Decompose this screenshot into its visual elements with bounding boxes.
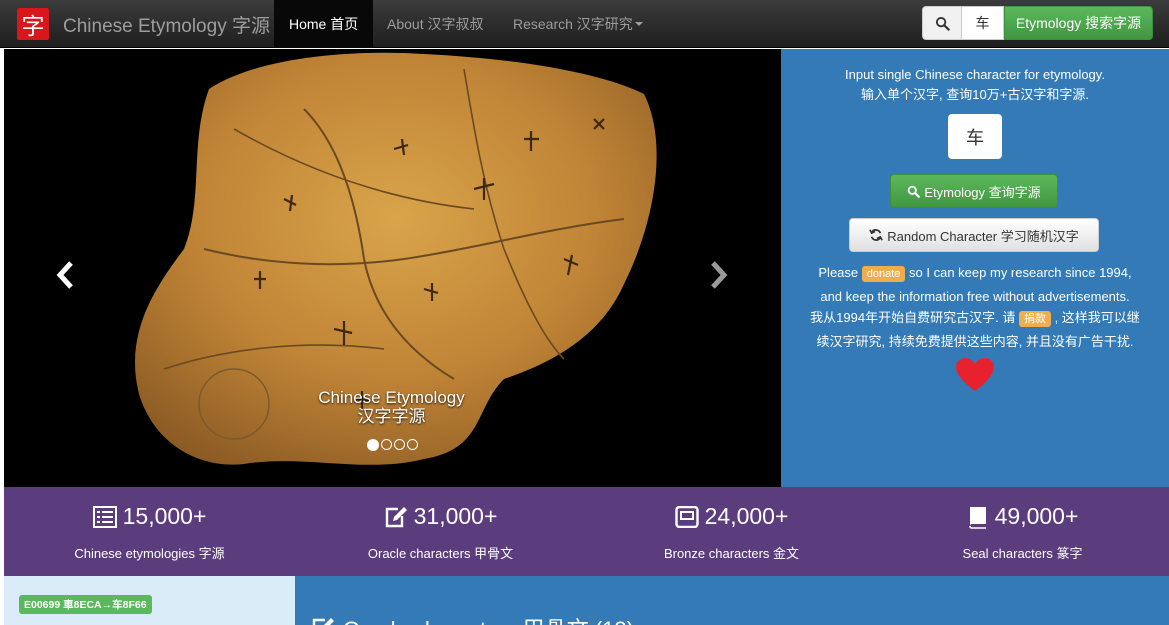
stat-oracle-number: 31,000+ — [413, 503, 498, 529]
donate-line-2: and keep the information free without ad… — [820, 288, 1130, 304]
stat-oracle-value: 31,000+ — [295, 503, 586, 530]
stat-bronze[interactable]: 24,000+ Bronze characters 金文 — [586, 487, 877, 576]
carousel-indicator-2[interactable] — [381, 439, 392, 450]
stat-etymologies-label: Chinese etymologies 字源 — [74, 546, 225, 561]
refresh-icon — [869, 229, 884, 241]
intro-english: Input single Chinese character for etymo… — [845, 67, 1105, 82]
lookup-intro: Input single Chinese character for etymo… — [781, 65, 1169, 105]
nav-research-label: Research 汉字研究 — [513, 16, 633, 32]
character-input[interactable]: 车 — [948, 114, 1002, 159]
oracle-section-title: Oracle characters 甲骨文 (13) — [311, 612, 634, 625]
character-info-panel: E00699 車8ECA→车8F66 — [4, 576, 295, 625]
stat-etymologies-number: 15,000+ — [122, 503, 207, 529]
book-icon — [968, 506, 986, 529]
caption-subtitle: 汉字字源 — [357, 407, 426, 426]
list-icon — [92, 505, 117, 528]
stat-bronze-label: Bronze characters 金文 — [663, 546, 800, 561]
donate-line-1: Please donate so I can keep my research … — [781, 262, 1169, 286]
intro-chinese: 输入单个汉字, 查询10万+古汉字和字源. — [861, 87, 1089, 102]
carousel-indicators — [367, 439, 418, 451]
oracle-section: Oracle characters 甲骨文 (13) — [295, 576, 1169, 625]
nav-search-form: 车 Etymology 搜索字源 — [922, 6, 1153, 40]
stat-oracle-label: Oracle characters 甲骨文 — [367, 546, 514, 561]
chevron-left-icon — [56, 261, 73, 289]
brand-logo: 字 — [17, 8, 49, 40]
donate-zh-line-1: 我从1994年开始自费研究古汉字. 请 捐款 , 这样我可以继 — [781, 307, 1169, 331]
donate-zh-pre: 我从1994年开始自费研究古汉字. 请 — [810, 310, 1016, 325]
carousel-caption: Chinese Etymology 汉字字源 — [269, 388, 514, 426]
lookup-button-label: Etymology 查询字源 — [924, 184, 1041, 200]
donate-zh-link[interactable]: 捐款 — [1018, 311, 1051, 327]
character-code-badge[interactable]: E00699 車8ECA→车8F66 — [19, 595, 152, 614]
brand-link[interactable]: 字 Chinese Etymology 字源 — [0, 0, 274, 48]
bronze-icon — [674, 505, 699, 528]
nav-about[interactable]: About 汉字叔叔 — [372, 0, 498, 48]
donate-pre: Please — [818, 265, 859, 280]
stat-seal-value: 49,000+ — [877, 503, 1168, 530]
nav-home[interactable]: Home 首页 — [274, 0, 374, 48]
stat-seal[interactable]: 49,000+ Seal characters 篆字 — [877, 487, 1168, 576]
donate-post: so I can keep my research since 1994, — [909, 265, 1132, 280]
nav-search-input[interactable]: 车 — [962, 6, 1004, 40]
carousel-indicator-3[interactable] — [394, 439, 405, 450]
caption-title: Chinese Etymology — [318, 388, 465, 407]
etymology-lookup-button[interactable]: Etymology 查询字源 — [890, 174, 1058, 208]
search-icon — [908, 185, 921, 198]
stat-seal-label: Seal characters 篆字 — [962, 546, 1083, 561]
hero-carousel: Chinese Etymology 汉字字源 — [4, 49, 781, 487]
character-input-value: 车 — [966, 127, 984, 149]
carousel-indicator-1[interactable] — [367, 439, 379, 451]
chevron-right-icon — [711, 261, 728, 289]
stat-bronze-value: 24,000+ — [586, 503, 877, 530]
stat-etymologies[interactable]: 15,000+ Chinese etymologies 字源 — [4, 487, 295, 576]
search-icon-button[interactable] — [922, 6, 962, 40]
brand-title: Chinese Etymology 字源 — [63, 15, 270, 37]
stat-bronze-number: 24,000+ — [704, 503, 789, 529]
stat-oracle[interactable]: 31,000+ Oracle characters 甲骨文 — [295, 487, 586, 576]
nav-search-value: 车 — [975, 16, 990, 32]
carousel-indicator-4[interactable] — [407, 439, 418, 450]
etymology-search-button[interactable]: Etymology 搜索字源 — [1004, 6, 1153, 40]
stat-etymologies-value: 15,000+ — [4, 503, 295, 530]
donate-message: Please donate so I can keep my research … — [781, 262, 1169, 352]
edit-icon — [385, 506, 407, 527]
carousel-next-button[interactable] — [704, 255, 734, 295]
oracle-section-title-text: Oracle characters 甲骨文 (13) — [343, 612, 634, 625]
top-navbar: 字 Chinese Etymology 字源 Home 首页 About 汉字叔… — [0, 0, 1169, 48]
stat-seal-number: 49,000+ — [994, 503, 1079, 529]
carousel-prev-button[interactable] — [50, 255, 80, 295]
caret-down-icon — [634, 22, 643, 26]
donate-zh-line-2: 续汉字研究, 持续免费提供这些内容, 并且没有广告干扰. — [816, 333, 1134, 349]
search-icon — [935, 16, 950, 31]
random-button-label: Random Character 学习随机汉字 — [887, 228, 1079, 244]
donate-zh-post: , 这样我可以继 — [1054, 310, 1140, 325]
stats-bar: 15,000+ Chinese etymologies 字源 31,000+ O… — [4, 487, 1169, 576]
lookup-panel: Input single Chinese character for etymo… — [781, 49, 1169, 487]
random-character-button[interactable]: Random Character 学习随机汉字 — [849, 218, 1099, 252]
edit-icon — [312, 618, 334, 625]
heart-icon[interactable] — [955, 357, 995, 393]
nav-research-dropdown[interactable]: Research 汉字研究 — [498, 0, 658, 48]
donate-link[interactable]: donate — [861, 266, 906, 282]
